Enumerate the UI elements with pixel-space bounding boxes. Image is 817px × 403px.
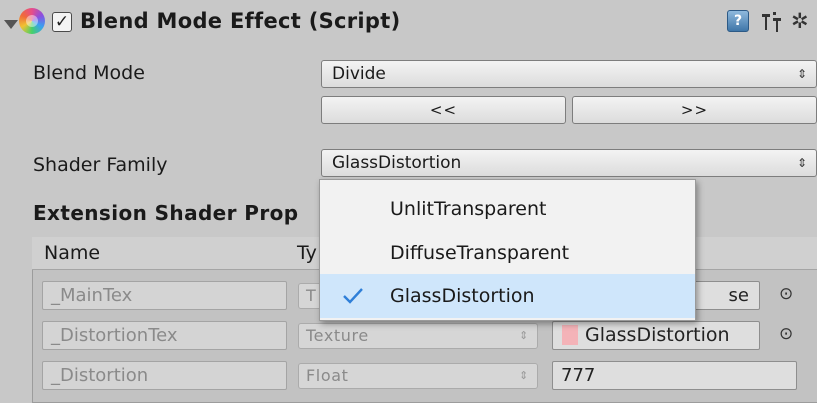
property-type-value: Float — [306, 366, 349, 385]
property-name-field[interactable]: _MainTex — [42, 281, 287, 310]
property-type-value: Texture — [306, 326, 369, 345]
shader-family-value: GlassDistortion — [332, 153, 462, 173]
next-blend-mode-button[interactable]: >> — [572, 96, 817, 124]
popup-arrow-icon: ⇕ — [796, 156, 807, 170]
checkmark-icon — [343, 288, 363, 304]
gear-icon[interactable]: ✲ — [791, 10, 809, 32]
popup-arrow-icon: ⇕ — [519, 329, 529, 342]
texture-object-field[interactable]: GlassDistortion — [552, 321, 760, 350]
property-name-field[interactable]: _Distortion — [42, 361, 287, 390]
foldout-arrow-icon[interactable] — [4, 20, 18, 29]
property-type-dropdown[interactable]: Float ⇕ — [298, 363, 538, 389]
blend-mode-label: Blend Mode — [33, 62, 145, 84]
shader-family-label: Shader Family — [33, 154, 168, 176]
texture-value: GlassDistortion — [585, 324, 730, 346]
property-name-field[interactable]: _DistortionTex — [42, 321, 287, 350]
property-type-dropdown[interactable]: Texture ⇕ — [298, 323, 538, 349]
enable-checkbox[interactable]: ✓ — [52, 12, 72, 32]
menu-item-diffuse-transparent[interactable]: DiffuseTransparent — [320, 231, 695, 275]
float-value-field[interactable]: 777 — [552, 361, 797, 390]
blend-mode-value: Divide — [332, 64, 386, 84]
extension-section-title: Extension Shader Prop — [33, 201, 299, 225]
type-column-header: Ty — [297, 242, 317, 264]
property-type-value: T — [306, 286, 317, 305]
component-title: Blend Mode Effect (Script) — [80, 9, 401, 33]
texture-thumbnail — [562, 325, 578, 345]
object-picker-icon[interactable]: ⊙ — [779, 284, 793, 304]
prev-blend-mode-button[interactable]: << — [321, 96, 566, 124]
shader-family-dropdown[interactable]: GlassDistortion ⇕ — [321, 149, 817, 177]
component-color-icon — [19, 8, 45, 34]
preset-icon[interactable] — [760, 12, 782, 32]
menu-item-glass-distortion[interactable]: GlassDistortion — [320, 274, 695, 318]
object-picker-icon[interactable]: ⊙ — [779, 324, 793, 344]
menu-item-unlit-transparent[interactable]: UnlitTransparent — [320, 187, 695, 231]
popup-arrow-icon: ⇕ — [519, 369, 529, 382]
shader-family-menu: UnlitTransparent DiffuseTransparent Glas… — [319, 179, 696, 321]
menu-item-label: GlassDistortion — [390, 285, 535, 307]
blend-mode-dropdown[interactable]: Divide ⇕ — [321, 60, 817, 88]
name-column-header: Name — [44, 242, 101, 264]
help-icon[interactable]: ? — [727, 10, 749, 32]
popup-arrow-icon: ⇕ — [796, 67, 807, 81]
